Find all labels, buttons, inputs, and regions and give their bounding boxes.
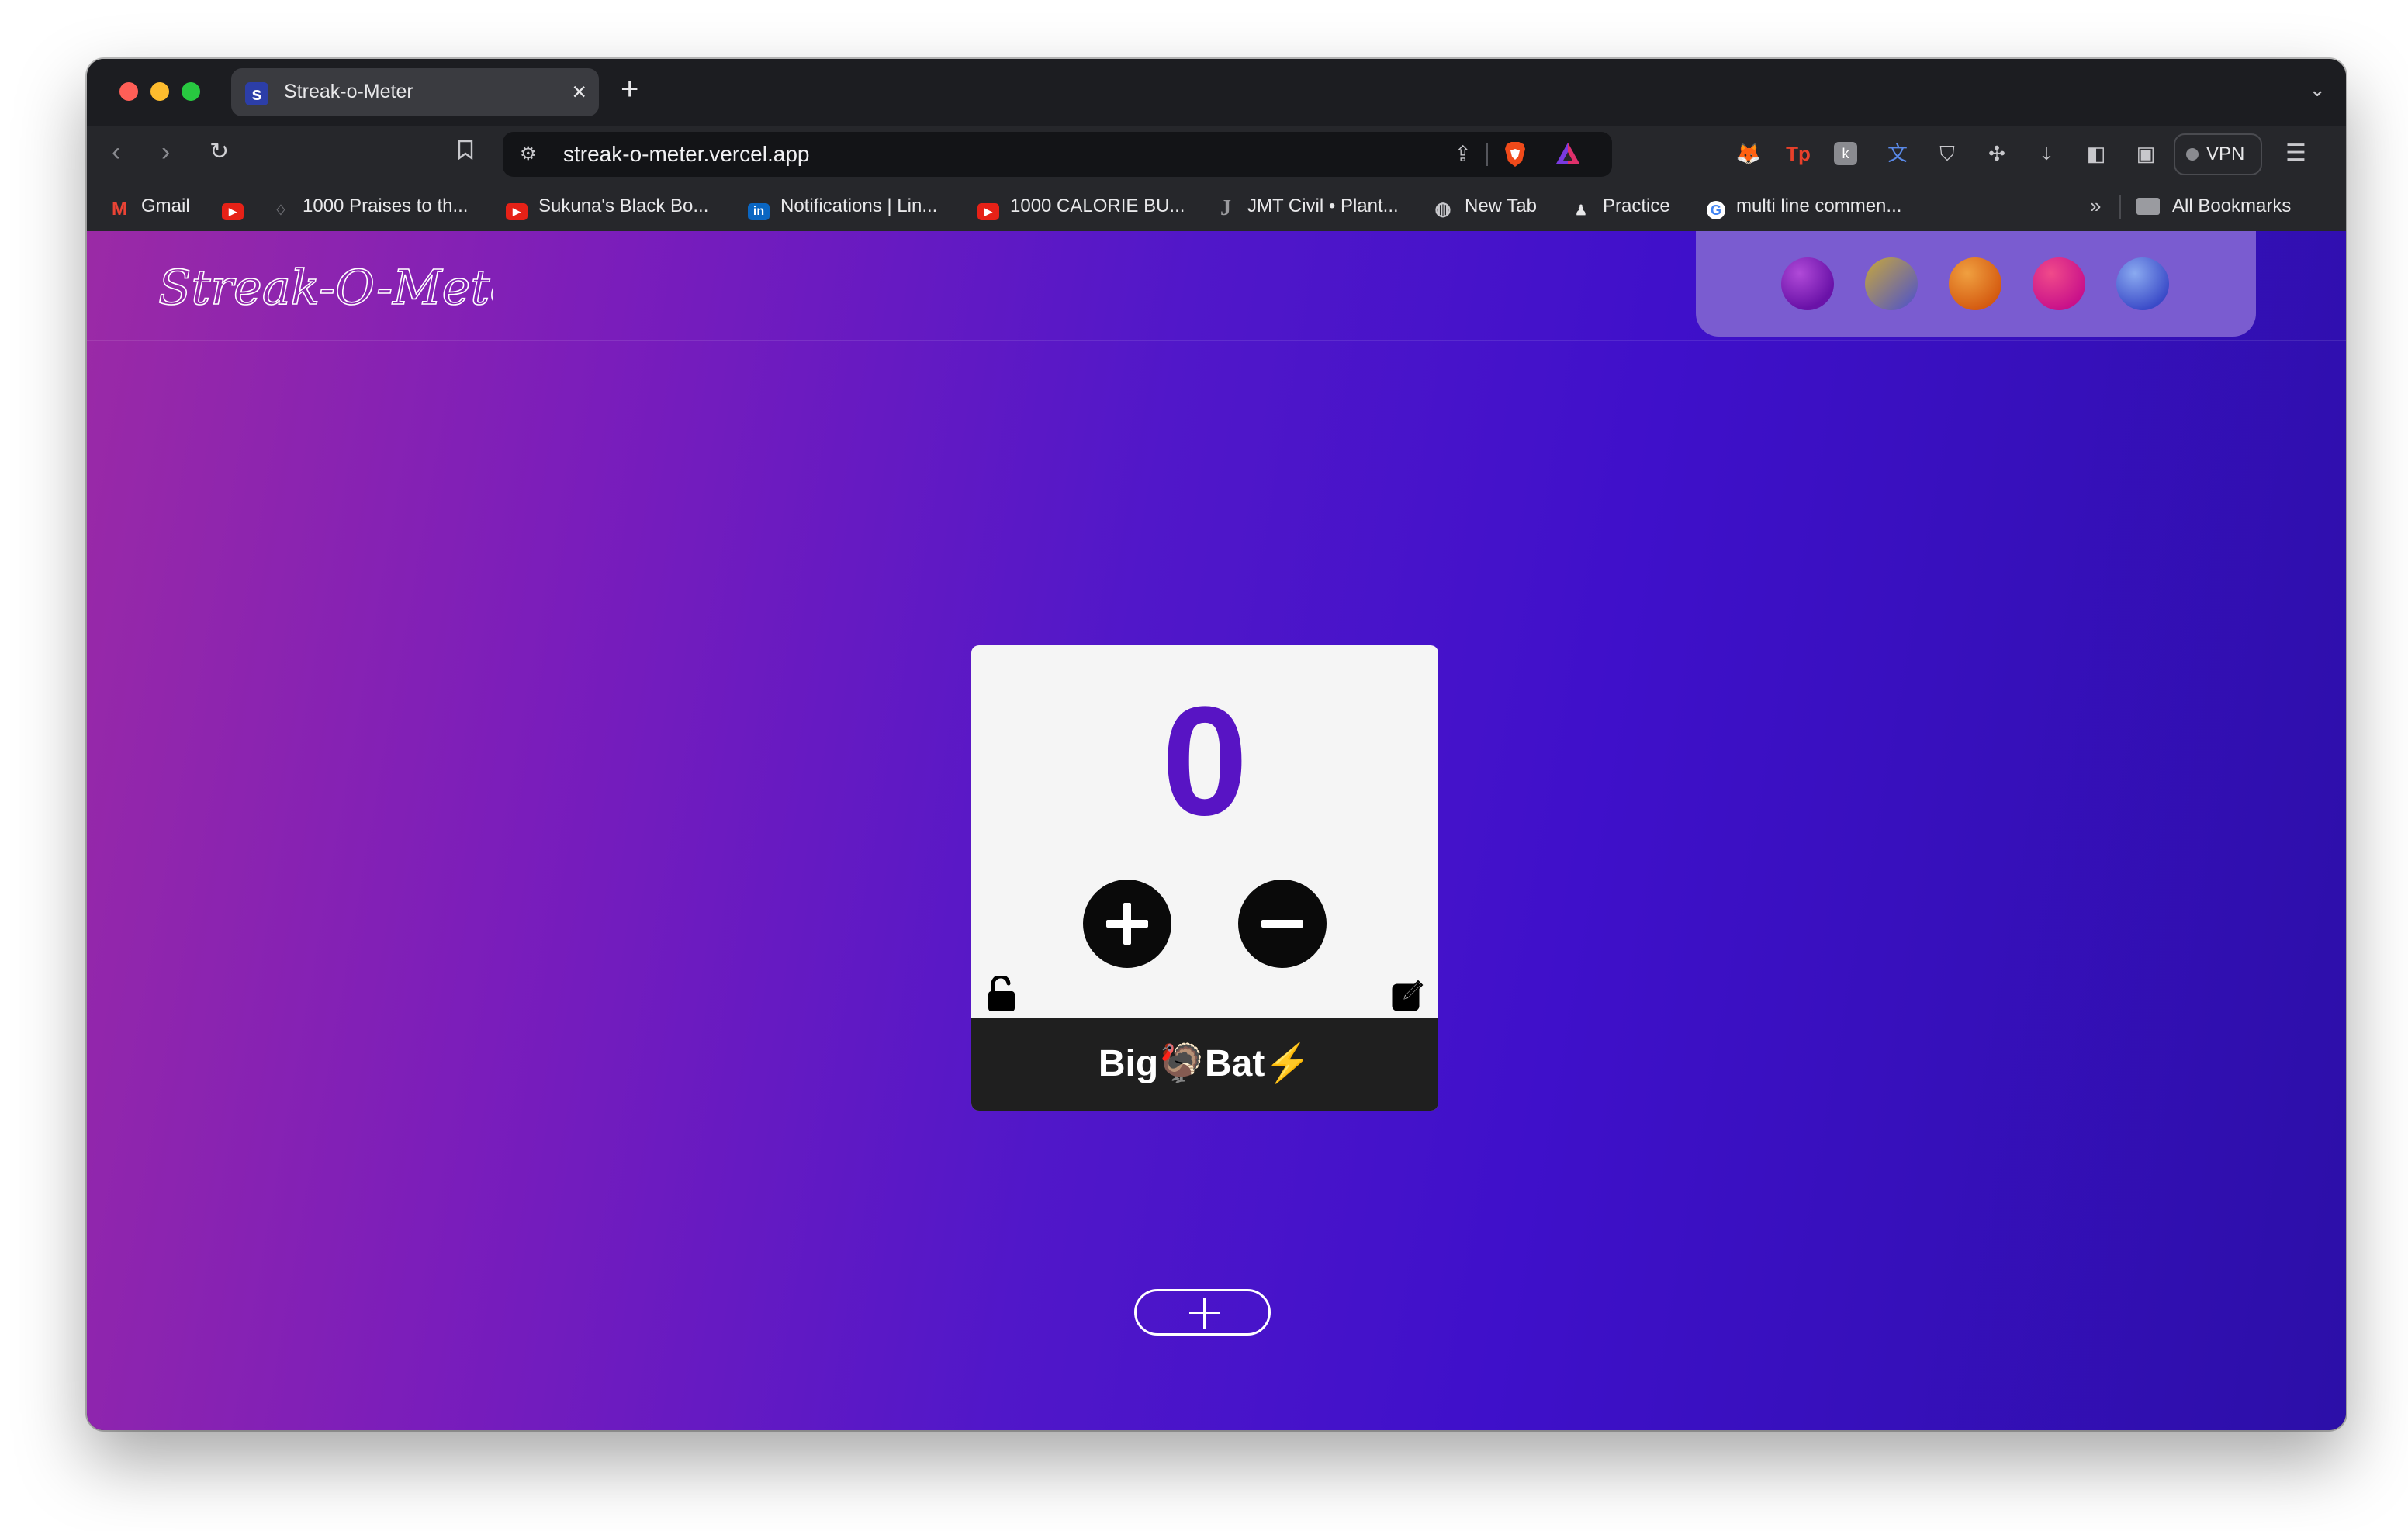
- vpn-label: VPN: [2206, 143, 2245, 164]
- web-page: Streak-O-Meter 0: [87, 231, 2346, 1430]
- wallet-icon[interactable]: ▣: [2132, 140, 2160, 168]
- tab-list-chevron-icon[interactable]: ⌄: [2309, 78, 2326, 102]
- share-icon[interactable]: ⇪: [1454, 141, 1472, 167]
- svg-text:Streak-O-Meter: Streak-O-Meter: [158, 259, 493, 316]
- theme-swatch-gold-blue[interactable]: [1865, 257, 1918, 310]
- bookmarks-bar: M Gmail ▶ ♢ 1000 Praises to th... ▶ Sukuna'…: [87, 181, 2346, 231]
- bookmarks-overflow-button[interactable]: »: [2090, 194, 2101, 218]
- youtube-icon: ▶: [977, 203, 999, 220]
- site-settings-icon[interactable]: ⚙: [520, 143, 537, 165]
- bookmark-label: Gmail: [141, 195, 190, 216]
- bookmark-label: Notifications | Lin...: [780, 195, 938, 216]
- close-window-button[interactable]: [119, 82, 138, 101]
- add-plus-icon-stem: [1203, 1298, 1206, 1329]
- extensions-puzzle-icon[interactable]: ✣: [1983, 140, 2011, 168]
- bookmark-item[interactable]: ◍ New Tab: [1432, 192, 1537, 220]
- bookmark-item[interactable]: in Notifications | Lin...: [748, 192, 937, 220]
- theme-swatch-blue[interactable]: [2116, 257, 2169, 310]
- youtube-icon: ▶: [222, 203, 244, 220]
- shield-extension-icon[interactable]: ⛉: [1933, 140, 1961, 168]
- bookmark-label: multi line commen...: [1736, 195, 1902, 216]
- tab-title: Streak-o-Meter: [284, 81, 413, 102]
- google-icon: G: [1707, 201, 1725, 219]
- browser-toolbar: ‹ › ↻ ⚙ streak-o-meter.vercel.app ⇪ 🦊 Tp…: [87, 126, 2346, 181]
- linkedin-icon: in: [748, 203, 770, 220]
- bookmark-item[interactable]: Gmulti line commen...: [1707, 192, 1901, 220]
- downloads-icon[interactable]: ⤓: [2033, 140, 2060, 168]
- bookmark-item[interactable]: ▶ Sukuna's Black Bo...: [506, 192, 708, 220]
- menu-hamburger-icon[interactable]: ☰: [2285, 140, 2306, 167]
- increment-button[interactable]: [1083, 880, 1171, 968]
- bookmark-label: 1000 CALORIE BU...: [1010, 195, 1185, 216]
- add-counter-button[interactable]: [1134, 1289, 1271, 1336]
- forward-icon[interactable]: ›: [161, 137, 170, 168]
- app-header: Streak-O-Meter: [87, 231, 2346, 341]
- bell-icon: ♟: [1574, 202, 1588, 218]
- minus-icon: [1261, 920, 1303, 928]
- bookmark-item[interactable]: ♟ Practice: [1570, 192, 1670, 220]
- back-icon[interactable]: ‹: [112, 137, 120, 168]
- bookmark-item[interactable]: ▶: [222, 192, 254, 220]
- theme-swatch-orange[interactable]: [1949, 257, 2001, 310]
- folder-icon: [2136, 198, 2160, 215]
- all-bookmarks-button[interactable]: All Bookmarks: [2136, 192, 2291, 220]
- theme-swatch-purple[interactable]: [1781, 257, 1834, 310]
- vpn-button[interactable]: VPN: [2174, 133, 2262, 175]
- vpn-status-icon: [2186, 148, 2199, 161]
- browser-window: s Streak-o-Meter × + ⌄ ‹ › ↻ ⚙ streak-o-…: [87, 59, 2346, 1430]
- bookmark-item[interactable]: ♢ 1000 Praises to th...: [270, 192, 469, 220]
- metamask-icon[interactable]: 🦊: [1735, 140, 1763, 168]
- app-logo[interactable]: Streak-O-Meter: [152, 239, 493, 332]
- url-divider: [1486, 143, 1488, 166]
- streak-counter-card: 0 Big🦃Bat⚡: [971, 645, 1438, 1111]
- tp-extension-icon[interactable]: Tp: [1784, 140, 1812, 168]
- counter-name[interactable]: Big🦃Bat⚡: [971, 1018, 1438, 1111]
- bookmark-page-icon[interactable]: [458, 140, 473, 160]
- translate-icon[interactable]: 文: [1884, 140, 1912, 168]
- youtube-icon: ▶: [506, 203, 528, 220]
- sidebar-toggle-icon[interactable]: ◧: [2082, 140, 2110, 168]
- bookmark-label: Sukuna's Black Bo...: [538, 195, 709, 216]
- bookmark-label: New Tab: [1465, 195, 1537, 216]
- j-icon: J: [1220, 196, 1231, 220]
- tab-streak-o-meter[interactable]: s Streak-o-Meter ×: [231, 68, 599, 116]
- new-tab-button[interactable]: +: [621, 73, 638, 105]
- brave-rewards-icon[interactable]: [1555, 141, 1581, 166]
- zoom-window-button[interactable]: [182, 82, 200, 101]
- edit-icon[interactable]: [1392, 979, 1424, 1011]
- unlock-icon[interactable]: [987, 976, 1016, 1013]
- wreath-icon: ♢: [274, 202, 288, 218]
- bookmark-item[interactable]: J JMT Civil • Plant...: [1215, 192, 1399, 220]
- bookmark-label: 1000 Praises to th...: [303, 195, 469, 216]
- bookmark-item[interactable]: ▶ 1000 CALORIE BU...: [977, 192, 1185, 220]
- brave-shields-icon[interactable]: [1503, 141, 1527, 168]
- all-bookmarks-label: All Bookmarks: [2172, 195, 2292, 216]
- address-bar[interactable]: ⚙ streak-o-meter.vercel.app ⇪: [503, 132, 1612, 177]
- tab-strip: s Streak-o-Meter × + ⌄: [87, 59, 2346, 126]
- bookmarks-divider: [2119, 195, 2121, 219]
- site-favicon-icon: s: [245, 82, 268, 105]
- globe-icon: ◍: [1434, 199, 1451, 219]
- theme-palette: [1696, 231, 2256, 337]
- streak-count: 0: [1161, 675, 1248, 848]
- bookmark-item[interactable]: M Gmail: [109, 192, 190, 220]
- bookmark-label: Practice: [1603, 195, 1670, 216]
- gmail-icon: M: [112, 199, 127, 219]
- url-text[interactable]: streak-o-meter.vercel.app: [563, 142, 809, 167]
- decrement-button[interactable]: [1238, 880, 1327, 968]
- bookmark-label: JMT Civil • Plant...: [1247, 195, 1399, 216]
- reload-icon[interactable]: ↻: [209, 137, 229, 168]
- plus-icon-stem: [1123, 903, 1131, 945]
- k-extension-icon[interactable]: k: [1834, 142, 1857, 165]
- minimize-window-button[interactable]: [150, 82, 169, 101]
- tab-close-icon[interactable]: ×: [572, 78, 586, 105]
- theme-swatch-pink[interactable]: [2033, 257, 2085, 310]
